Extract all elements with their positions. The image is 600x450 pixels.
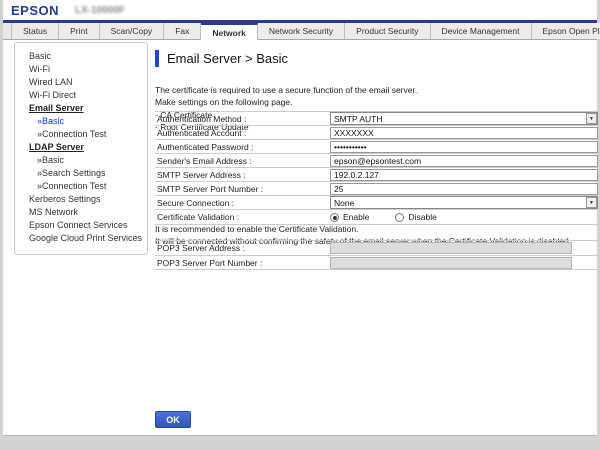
title-accent-bar (155, 50, 159, 67)
enable-radio-label: Enable (343, 212, 369, 222)
form-row-authenticated-account: Authenticated Account : (155, 125, 598, 139)
radio-unselected-icon[interactable] (395, 213, 404, 222)
note-line: It is recommended to enable the Certific… (155, 224, 571, 236)
tab-network-security[interactable]: Network Security (258, 23, 345, 39)
dropdown-arrow-icon[interactable]: ▼ (586, 113, 597, 124)
sidebar-item-epson-connect-services[interactable]: Epson Connect Services (15, 219, 147, 232)
sidebar-item-google-cloud-print-services[interactable]: Google Cloud Print Services (15, 232, 147, 245)
pop3-server-port-label: POP3 Server Port Number : (155, 258, 330, 268)
sender-email-label: Sender's Email Address : (155, 156, 330, 166)
printer-model-label: LX-10000F (75, 5, 125, 16)
ok-button[interactable]: OK (155, 411, 191, 428)
pop3-form: POP3 Server Address : POP3 Server Port N… (155, 240, 598, 270)
sender-email-input[interactable] (330, 155, 598, 167)
form-row-secure-connection: Secure Connection : None ▼ (155, 195, 598, 209)
sidebar-item-ldap-connection-test[interactable]: »Connection Test (15, 180, 147, 193)
sidebar-item-wired-lan[interactable]: Wired LAN (15, 76, 147, 89)
form-row-smtp-server-port: SMTP Server Port Number : (155, 181, 598, 195)
tab-scan-copy[interactable]: Scan/Copy (100, 23, 165, 39)
webconfig-window: EPSON LX-10000F Status Print Scan/Copy F… (3, 0, 597, 436)
page-title-row: Email Server > Basic (155, 50, 288, 67)
certificate-validation-radio-group: Enable Disable (330, 212, 437, 222)
certificate-validation-label: Certificate Validation : (155, 212, 330, 222)
pop3-server-port-input (330, 257, 572, 269)
email-server-form: Authentication Method : SMTP AUTH ▼ Auth… (155, 111, 598, 225)
sidebar-item-ldap-search-settings[interactable]: »Search Settings (15, 167, 147, 180)
sidebar-nav: Basic Wi-Fi Wired LAN Wi-Fi Direct Email… (14, 42, 148, 255)
form-row-smtp-server-address: SMTP Server Address : (155, 167, 598, 181)
header: EPSON LX-10000F (3, 0, 597, 20)
authenticated-password-label: Authenticated Password : (155, 142, 330, 152)
dropdown-arrow-icon[interactable]: ▼ (586, 197, 597, 208)
sidebar-section-ldap-server[interactable]: LDAP Server (15, 141, 147, 154)
smtp-server-address-input[interactable] (330, 169, 598, 181)
tab-network[interactable]: Network (201, 23, 258, 40)
form-row-pop3-server-address: POP3 Server Address : (155, 240, 598, 255)
secure-connection-value: None (331, 198, 354, 208)
description-line: Make settings on the following page. (155, 96, 417, 108)
sidebar-item-wifi[interactable]: Wi-Fi (15, 63, 147, 76)
authenticated-account-label: Authenticated Account : (155, 128, 330, 138)
sidebar-item-ms-network[interactable]: MS Network (15, 206, 147, 219)
sidebar-item-basic[interactable]: Basic (15, 50, 147, 63)
authentication-method-value: SMTP AUTH (331, 114, 383, 124)
sidebar-item-email-connection-test[interactable]: »Connection Test (15, 128, 147, 141)
form-row-pop3-server-port: POP3 Server Port Number : (155, 255, 598, 270)
description-line: The certificate is required to use a sec… (155, 84, 417, 96)
tab-bar: Status Print Scan/Copy Fax Network Netwo… (3, 23, 597, 40)
tab-product-security[interactable]: Product Security (345, 23, 430, 39)
tab-status[interactable]: Status (11, 23, 59, 39)
epson-logo: EPSON (11, 3, 59, 18)
sidebar-item-wifi-direct[interactable]: Wi-Fi Direct (15, 89, 147, 102)
disable-radio-label: Disable (408, 212, 436, 222)
secure-connection-label: Secure Connection : (155, 198, 330, 208)
form-row-authentication-method: Authentication Method : SMTP AUTH ▼ (155, 111, 598, 125)
certificate-validation-disable-radio[interactable]: Disable (395, 212, 436, 222)
sidebar-section-email-server[interactable]: Email Server (15, 102, 147, 115)
authentication-method-label: Authentication Method : (155, 114, 330, 124)
tab-device-management[interactable]: Device Management (431, 23, 532, 39)
authentication-method-select[interactable]: SMTP AUTH ▼ (330, 112, 598, 125)
authenticated-account-input[interactable] (330, 127, 598, 139)
smtp-server-address-label: SMTP Server Address : (155, 170, 330, 180)
certificate-validation-enable-radio[interactable]: Enable (330, 212, 369, 222)
smtp-server-port-input[interactable] (330, 183, 598, 195)
sidebar-item-kerberos-settings[interactable]: Kerberos Settings (15, 193, 147, 206)
form-row-sender-email: Sender's Email Address : (155, 153, 598, 167)
pop3-server-address-label: POP3 Server Address : (155, 243, 330, 253)
tab-epson-open-platform[interactable]: Epson Open Platform (532, 23, 600, 39)
form-row-certificate-validation: Certificate Validation : Enable Disable (155, 209, 598, 224)
radio-selected-icon[interactable] (330, 213, 339, 222)
sidebar-item-ldap-basic[interactable]: »Basic (15, 154, 147, 167)
pop3-server-address-input (330, 242, 572, 254)
secure-connection-select[interactable]: None ▼ (330, 196, 598, 209)
form-row-authenticated-password: Authenticated Password : (155, 139, 598, 153)
tab-print[interactable]: Print (59, 23, 99, 39)
tab-fax[interactable]: Fax (164, 23, 201, 39)
page-title: Email Server > Basic (167, 51, 288, 66)
smtp-server-port-label: SMTP Server Port Number : (155, 184, 330, 194)
sidebar-item-email-server-basic[interactable]: »Basic (15, 115, 147, 128)
authenticated-password-input[interactable] (330, 141, 598, 153)
